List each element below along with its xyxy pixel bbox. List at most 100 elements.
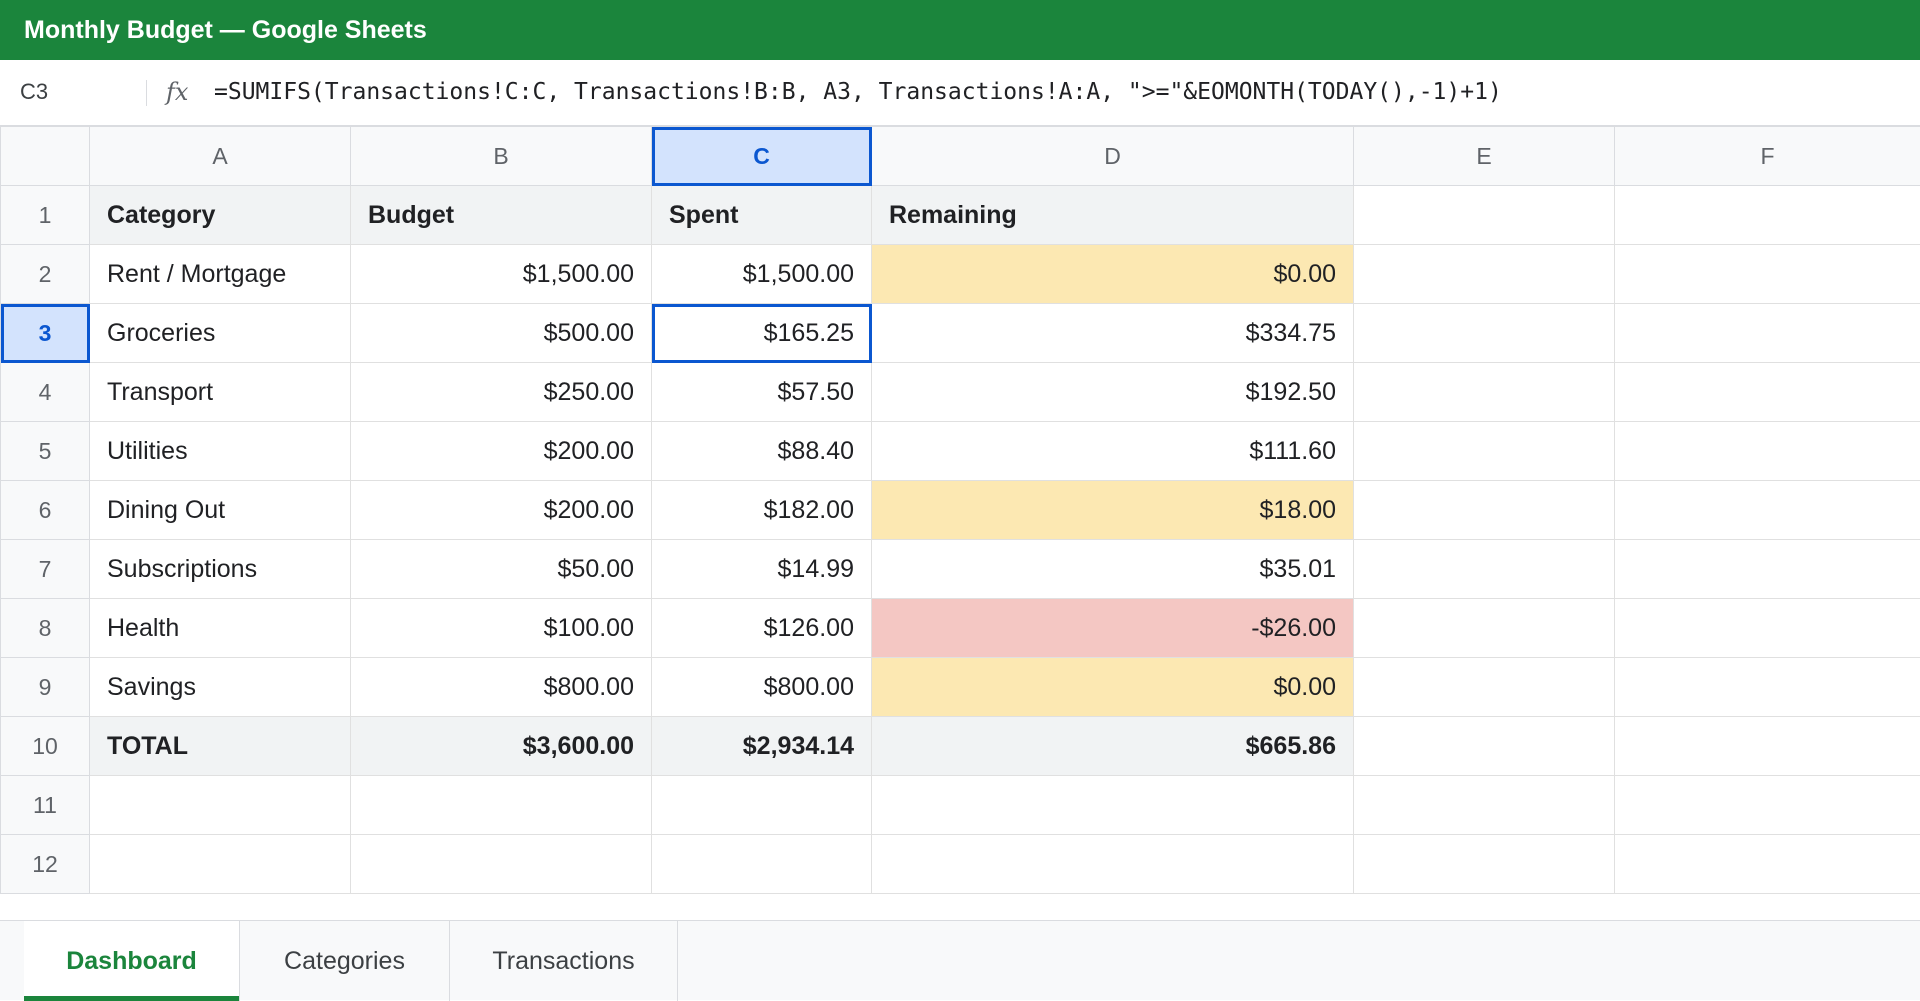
cell-f7[interactable] [1615,540,1920,599]
sheet-tab-transactions[interactable]: Transactions [450,921,678,1001]
select-all-corner[interactable] [1,127,90,186]
cell-e2[interactable] [1354,245,1615,304]
cell-f6[interactable] [1615,481,1920,540]
row-header[interactable]: 4 [1,363,90,422]
cell-a9[interactable]: Savings [90,658,351,717]
cell-d3[interactable]: $334.75 [872,304,1354,363]
cell-e1[interactable] [1354,186,1615,245]
cell-b10[interactable]: $3,600.00 [351,717,652,776]
cell-f2[interactable] [1615,245,1920,304]
row-header[interactable]: 10 [1,717,90,776]
cell-c11[interactable] [652,776,872,835]
sheet-tab-label: Categories [284,947,405,975]
cell-b8[interactable]: $100.00 [351,599,652,658]
column-header-d[interactable]: D [872,127,1354,186]
cell-d5[interactable]: $111.60 [872,422,1354,481]
cell-e11[interactable] [1354,776,1615,835]
cell-a1[interactable]: Category [90,186,351,245]
cell-a11[interactable] [90,776,351,835]
cell-d9[interactable]: $0.00 [872,658,1354,717]
column-header-f[interactable]: F [1615,127,1920,186]
cell-e9[interactable] [1354,658,1615,717]
name-box[interactable]: C3 [20,60,48,124]
sheet-tab-dashboard[interactable]: Dashboard [24,921,240,1001]
cell-c10[interactable]: $2,934.14 [652,717,872,776]
selected-cell-c3[interactable]: $165.25 [652,304,872,363]
formula-input[interactable]: =SUMIFS(Transactions!C:C, Transactions!B… [214,60,1502,124]
cell-a12[interactable] [90,835,351,894]
cell-c5[interactable]: $88.40 [652,422,872,481]
sheet-tab-categories[interactable]: Categories [240,921,450,1001]
row-header[interactable]: 8 [1,599,90,658]
cell-d10[interactable]: $665.86 [872,717,1354,776]
cell-d8[interactable]: -$26.00 [872,599,1354,658]
cell-e7[interactable] [1354,540,1615,599]
row-header[interactable]: 12 [1,835,90,894]
row-header[interactable]: 9 [1,658,90,717]
cell-a2[interactable]: Rent / Mortgage [90,245,351,304]
cell-f5[interactable] [1615,422,1920,481]
row-header[interactable]: 6 [1,481,90,540]
cell-c4[interactable]: $57.50 [652,363,872,422]
cell-d2[interactable]: $0.00 [872,245,1354,304]
cell-b3[interactable]: $500.00 [351,304,652,363]
cell-e3[interactable] [1354,304,1615,363]
row-header[interactable]: 11 [1,776,90,835]
table-row: 10 TOTAL $3,600.00 $2,934.14 $665.86 [1,717,1920,776]
cell-e4[interactable] [1354,363,1615,422]
cell-f4[interactable] [1615,363,1920,422]
cell-f3[interactable] [1615,304,1920,363]
cell-b1[interactable]: Budget [351,186,652,245]
cell-d6[interactable]: $18.00 [872,481,1354,540]
column-header-c[interactable]: C [652,127,872,186]
column-header-b[interactable]: B [351,127,652,186]
cell-a5[interactable]: Utilities [90,422,351,481]
cell-c6[interactable]: $182.00 [652,481,872,540]
cell-d7[interactable]: $35.01 [872,540,1354,599]
cell-e6[interactable] [1354,481,1615,540]
cell-e5[interactable] [1354,422,1615,481]
cell-c12[interactable] [652,835,872,894]
cell-d12[interactable] [872,835,1354,894]
row-header[interactable]: 7 [1,540,90,599]
cell-a7[interactable]: Subscriptions [90,540,351,599]
row-header[interactable]: 2 [1,245,90,304]
cell-b5[interactable]: $200.00 [351,422,652,481]
cell-b12[interactable] [351,835,652,894]
cell-b7[interactable]: $50.00 [351,540,652,599]
cell-a10[interactable]: TOTAL [90,717,351,776]
cell-d1[interactable]: Remaining [872,186,1354,245]
cell-f11[interactable] [1615,776,1920,835]
cell-b2[interactable]: $1,500.00 [351,245,652,304]
cell-b9[interactable]: $800.00 [351,658,652,717]
cell-c2[interactable]: $1,500.00 [652,245,872,304]
cell-c8[interactable]: $126.00 [652,599,872,658]
cell-f9[interactable] [1615,658,1920,717]
cell-a6[interactable]: Dining Out [90,481,351,540]
cell-c1[interactable]: Spent [652,186,872,245]
table-row: 5 Utilities $200.00 $88.40 $111.60 [1,422,1920,481]
column-header-e[interactable]: E [1354,127,1615,186]
cell-b4[interactable]: $250.00 [351,363,652,422]
cell-e10[interactable] [1354,717,1615,776]
cell-d11[interactable] [872,776,1354,835]
row-header[interactable]: 5 [1,422,90,481]
cell-a4[interactable]: Transport [90,363,351,422]
cell-a8[interactable]: Health [90,599,351,658]
row-header[interactable]: 1 [1,186,90,245]
cell-c9[interactable]: $800.00 [652,658,872,717]
cell-b11[interactable] [351,776,652,835]
cell-f10[interactable] [1615,717,1920,776]
cell-f8[interactable] [1615,599,1920,658]
table-row: 11 [1,776,1920,835]
cell-b6[interactable]: $200.00 [351,481,652,540]
cell-e12[interactable] [1354,835,1615,894]
column-header-a[interactable]: A [90,127,351,186]
cell-a3[interactable]: Groceries [90,304,351,363]
cell-f12[interactable] [1615,835,1920,894]
cell-e8[interactable] [1354,599,1615,658]
row-header[interactable]: 3 [1,304,90,363]
cell-d4[interactable]: $192.50 [872,363,1354,422]
cell-c7[interactable]: $14.99 [652,540,872,599]
cell-f1[interactable] [1615,186,1920,245]
